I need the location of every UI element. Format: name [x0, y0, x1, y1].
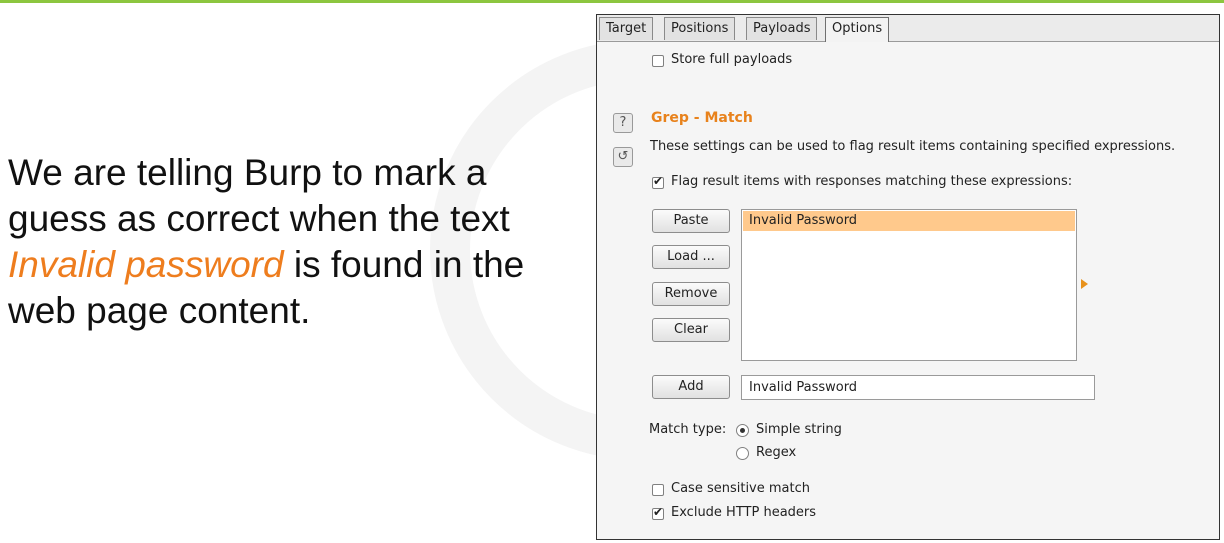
simple-string-label: Simple string — [756, 422, 842, 437]
slide-text-before: We are telling Burp to mark a guess as c… — [8, 152, 510, 239]
flag-results-checkbox[interactable]: ✔ — [652, 174, 664, 189]
add-button[interactable]: Add — [652, 375, 730, 399]
burp-intruder-panel: Target Positions Payloads Options Store … — [596, 14, 1220, 540]
paste-button[interactable]: Paste — [652, 209, 730, 233]
tab-positions[interactable]: Positions — [664, 17, 736, 40]
case-sensitive-label: Case sensitive match — [671, 481, 810, 496]
remove-button[interactable]: Remove — [652, 282, 730, 306]
list-item[interactable]: Invalid Password — [743, 211, 1075, 231]
store-full-payloads-checkbox[interactable] — [652, 55, 664, 67]
clear-button[interactable]: Clear — [652, 318, 730, 342]
expressions-list[interactable]: Invalid Password — [741, 209, 1077, 361]
store-full-payloads-label: Store full payloads — [671, 52, 793, 67]
top-accent-bar — [0, 0, 1224, 3]
radio-selected-dot — [740, 428, 745, 433]
checkmark-icon: ✔ — [653, 505, 664, 519]
expression-input[interactable]: Invalid Password — [741, 375, 1095, 400]
case-sensitive-checkbox[interactable] — [652, 484, 664, 496]
help-icon[interactable]: ? — [613, 113, 633, 133]
match-type-label: Match type: — [649, 422, 727, 437]
tab-target[interactable]: Target — [599, 17, 654, 40]
checkmark-icon: ✔ — [653, 174, 664, 188]
grep-match-title: Grep - Match — [651, 110, 753, 126]
tab-strip: Target Positions Payloads Options — [597, 15, 1219, 43]
grep-match-description: These settings can be used to flag resul… — [650, 139, 1176, 154]
simple-string-radio[interactable] — [736, 424, 749, 437]
restore-defaults-icon[interactable]: ↺ — [613, 147, 633, 167]
expand-arrow-icon[interactable] — [1081, 279, 1088, 289]
exclude-headers-label: Exclude HTTP headers — [671, 505, 817, 520]
regex-radio[interactable] — [736, 447, 749, 460]
tab-options[interactable]: Options — [825, 17, 890, 43]
slide-highlight: Invalid password — [8, 244, 284, 285]
slide-description: We are telling Burp to mark a guess as c… — [8, 150, 568, 334]
exclude-headers-checkbox[interactable]: ✔ — [652, 505, 664, 520]
load-button[interactable]: Load ... — [652, 245, 730, 269]
tab-payloads[interactable]: Payloads — [746, 17, 818, 40]
regex-label: Regex — [756, 445, 797, 460]
flag-results-label: Flag result items with responses matchin… — [671, 174, 1073, 189]
